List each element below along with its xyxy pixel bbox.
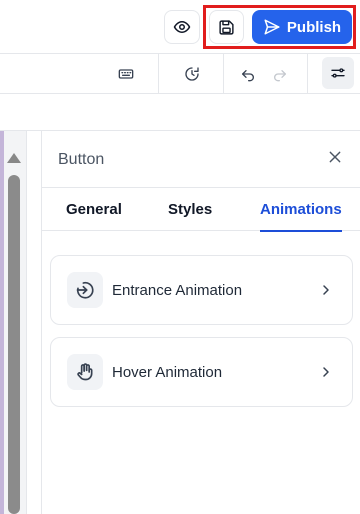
keyboard-icon — [118, 69, 134, 79]
tab-general[interactable]: General — [66, 188, 122, 231]
toolbar — [0, 54, 360, 94]
redo-button[interactable] — [268, 54, 292, 94]
preview-button[interactable] — [164, 10, 200, 44]
tab-styles[interactable]: Styles — [168, 188, 212, 231]
panel-tabs: General Styles Animations — [42, 187, 360, 232]
chevron-right-icon — [319, 283, 333, 297]
toolbar-divider — [307, 54, 308, 94]
toolbar-divider — [158, 54, 159, 94]
selection-accent — [0, 131, 4, 514]
entrance-animation-label: Entrance Animation — [112, 281, 243, 299]
toolbar-divider — [223, 54, 224, 94]
hover-animation-label: Hover Animation — [112, 363, 223, 381]
close-panel-button[interactable] — [326, 148, 344, 166]
hover-animation-card[interactable]: Hover Animation — [50, 337, 353, 407]
settings-button[interactable] — [322, 57, 354, 89]
keyboard-shortcuts-button[interactable] — [108, 54, 144, 94]
undo-button[interactable] — [236, 54, 260, 94]
publish-button[interactable]: Publish — [252, 10, 352, 44]
scroll-up-arrow-icon[interactable] — [7, 153, 21, 163]
canvas-header-row — [0, 94, 360, 131]
top-header: Publish — [0, 0, 360, 54]
redo-icon — [274, 70, 286, 82]
save-button[interactable] — [209, 10, 244, 44]
tab-animations[interactable]: Animations — [260, 188, 342, 232]
hand-icon — [67, 354, 103, 390]
canvas-area[interactable] — [0, 131, 27, 514]
settings-panel: Button General Styles Animations Entranc… — [41, 131, 360, 514]
eye-icon — [173, 21, 191, 33]
floppy-disk-icon — [219, 19, 234, 35]
entrance-animation-card[interactable]: Entrance Animation — [50, 255, 353, 325]
send-icon — [264, 19, 280, 35]
scrollbar-thumb[interactable] — [8, 175, 20, 514]
history-icon — [185, 67, 199, 81]
publish-label: Publish — [286, 18, 342, 36]
close-icon — [329, 151, 341, 163]
settings-sliders-icon — [331, 68, 345, 78]
undo-icon — [242, 70, 254, 82]
entrance-icon — [67, 272, 103, 308]
panel-title: Button — [58, 151, 105, 168]
history-button[interactable] — [174, 54, 210, 94]
chevron-right-icon — [319, 365, 333, 379]
